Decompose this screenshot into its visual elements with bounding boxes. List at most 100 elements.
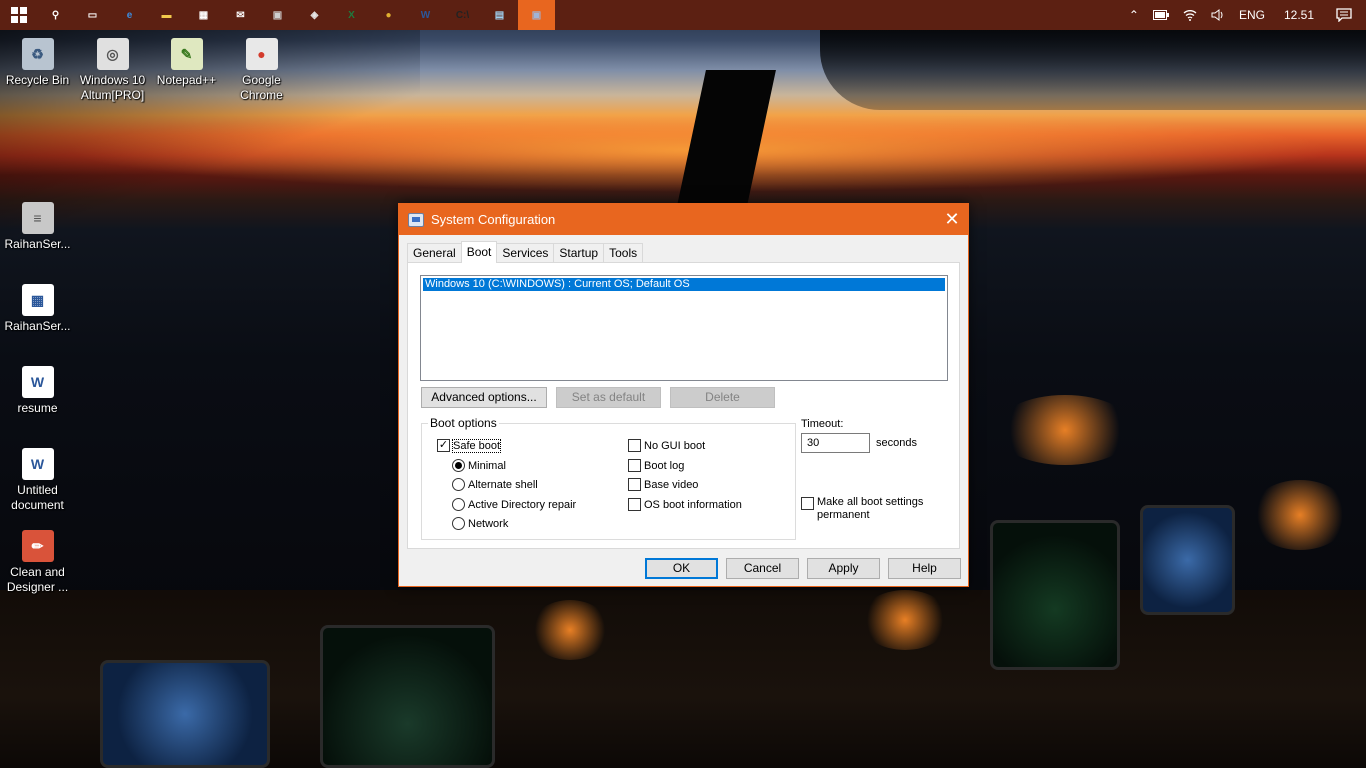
desktop-shortcut-label: Notepad++: [156, 73, 217, 87]
search-icon-glyph: ⚲: [51, 9, 60, 21]
word-icon-glyph: W: [420, 9, 431, 21]
task-view-icon-glyph: ▭: [87, 9, 98, 21]
tab-services[interactable]: Services: [496, 243, 555, 263]
store-icon[interactable]: ▦: [185, 0, 222, 30]
alternate-shell-radio[interactable]: Alternate shell: [452, 478, 538, 491]
store-icon-glyph: ▦: [198, 9, 209, 21]
os-boot-information-checkbox[interactable]: OS boot information: [628, 498, 742, 511]
taskbar: ⚲ ▭ e ▬ ▦ ✉ ▣ ◈ X ● W C:\ ▤ ▣ ⌃ ENG 12.51: [0, 0, 1366, 30]
chrome-icon[interactable]: ●: [370, 0, 407, 30]
language-indicator[interactable]: ENG: [1232, 8, 1272, 22]
cancel-button[interactable]: Cancel: [726, 558, 799, 579]
no-gui-boot-check-box[interactable]: [628, 439, 641, 452]
system-config-icon[interactable]: ▣: [518, 0, 555, 30]
safe-boot-check-box[interactable]: ✓: [437, 439, 450, 452]
desktop-shortcut-label: Google Chrome: [240, 73, 283, 102]
search-icon[interactable]: ⚲: [37, 0, 74, 30]
desktop-shortcut[interactable]: ≡ RaihanSer...: [0, 202, 75, 252]
windows-logo-icon[interactable]: [0, 0, 37, 30]
advanced-options-button[interactable]: Advanced options...: [421, 387, 547, 408]
minimal-radio[interactable]: Minimal: [452, 459, 506, 472]
desktop-shortcut-label: resume: [17, 401, 58, 415]
safe-boot-checkbox[interactable]: ✓ Safe boot: [437, 438, 502, 453]
tab-general[interactable]: General: [407, 243, 462, 263]
os-list[interactable]: Windows 10 (C:\WINDOWS) : Current OS; De…: [420, 275, 948, 381]
os-boot-information-check-box[interactable]: [628, 498, 641, 511]
help-label: Help: [912, 561, 937, 575]
desktop-shortcut[interactable]: ✎ Notepad++: [149, 38, 224, 88]
word-document-icon: W: [21, 366, 54, 398]
desktop-shortcut-label: RaihanSer...: [4, 319, 71, 333]
active-directory-repair-radio[interactable]: Active Directory repair: [452, 498, 576, 511]
mail-icon[interactable]: ✉: [222, 0, 259, 30]
alternate-shell-radio-button[interactable]: [452, 478, 465, 491]
no-gui-boot-checkbox[interactable]: No GUI boot: [628, 439, 705, 452]
base-video-checkbox[interactable]: Base video: [628, 478, 698, 491]
wifi-icon[interactable]: [1176, 9, 1204, 21]
close-icon[interactable]: ✕: [936, 204, 968, 235]
desktop-shortcut[interactable]: ▦ RaihanSer...: [0, 284, 75, 334]
safe-boot-label: Safe boot: [451, 438, 502, 453]
clock[interactable]: 12.51: [1272, 8, 1326, 22]
desktop-shortcut[interactable]: ◎ Windows 10 Altum[PRO]: [75, 38, 150, 103]
minimal-radio-button[interactable]: [452, 459, 465, 472]
desktop-shortcut[interactable]: Wresume: [0, 366, 75, 416]
apply-button[interactable]: Apply: [807, 558, 880, 579]
no-gui-boot-label: No GUI boot: [644, 439, 706, 452]
desktop-shortcut-label: Recycle Bin: [5, 73, 70, 87]
network-label: Network: [468, 517, 509, 530]
base-video-label: Base video: [644, 478, 699, 491]
network-radio-button[interactable]: [452, 517, 465, 530]
excel-icon[interactable]: X: [333, 0, 370, 30]
media-icon[interactable]: ▣: [259, 0, 296, 30]
timeout-label: Timeout:: [801, 418, 844, 430]
ok-button[interactable]: OK: [645, 558, 718, 579]
edge-icon[interactable]: e: [111, 0, 148, 30]
advanced-options-label: Advanced options...: [431, 390, 537, 404]
delete-button[interactable]: Delete: [670, 387, 775, 408]
mail-icon-glyph: ✉: [236, 9, 245, 21]
os-list-item[interactable]: Windows 10 (C:\WINDOWS) : Current OS; De…: [423, 278, 945, 291]
network-radio[interactable]: Network: [452, 517, 508, 530]
file-explorer-icon[interactable]: ▬: [148, 0, 185, 30]
dialog-title: System Configuration: [431, 212, 556, 227]
app-icon[interactable]: ◈: [296, 0, 333, 30]
cancel-label: Cancel: [743, 561, 782, 575]
desktop-shortcut-label: Windows 10 Altum[PRO]: [79, 73, 146, 102]
make-permanent-check-box[interactable]: [801, 497, 814, 510]
desktop-shortcut[interactable]: ♻ Recycle Bin: [0, 38, 75, 88]
notepad-icon[interactable]: ▤: [481, 0, 518, 30]
cmd-icon[interactable]: C:\: [444, 0, 481, 30]
help-button[interactable]: Help: [888, 558, 961, 579]
desktop-shortcut[interactable]: ✏ Clean and Designer ...: [0, 530, 75, 595]
make-permanent-checkbox[interactable]: Make all boot settings permanent: [801, 496, 937, 522]
tab-startup[interactable]: Startup: [553, 243, 605, 263]
timeout-input[interactable]: 30: [801, 433, 870, 453]
tab-tools[interactable]: Tools: [603, 243, 644, 263]
recycle-bin-icon: ♻: [21, 38, 54, 70]
alternate-shell-label: Alternate shell: [468, 478, 538, 491]
base-video-check-box[interactable]: [628, 478, 641, 491]
desktop-shortcut[interactable]: W Untitled document: [0, 448, 75, 513]
volume-icon[interactable]: [1204, 9, 1232, 21]
boot-log-label: Boot log: [644, 459, 685, 472]
word-document-icon-2: W: [21, 448, 54, 480]
calendar-file-icon: ▦: [21, 284, 54, 316]
action-center-icon[interactable]: [1326, 8, 1366, 22]
system-config-icon-glyph: ▣: [531, 9, 542, 21]
boot-log-checkbox[interactable]: Boot log: [628, 459, 684, 472]
tab-boot[interactable]: Boot: [460, 241, 498, 263]
set-as-default-button[interactable]: Set as default: [556, 387, 661, 408]
minimal-label: Minimal: [468, 459, 506, 472]
word-icon[interactable]: W: [407, 0, 444, 30]
media-icon-glyph: ▣: [272, 9, 283, 21]
edge-icon-glyph: e: [126, 9, 133, 21]
title-bar[interactable]: System Configuration ✕: [399, 204, 968, 235]
desktop-shortcut[interactable]: ● Google Chrome: [224, 38, 299, 103]
boot-log-check-box[interactable]: [628, 459, 641, 472]
task-view-icon[interactable]: ▭: [74, 0, 111, 30]
active-directory-repair-radio-button[interactable]: [452, 498, 465, 511]
battery-icon[interactable]: [1146, 10, 1176, 20]
chevron-up-icon[interactable]: ⌃: [1122, 8, 1146, 22]
desktop-shortcut-label: Clean and Designer ...: [6, 565, 69, 594]
